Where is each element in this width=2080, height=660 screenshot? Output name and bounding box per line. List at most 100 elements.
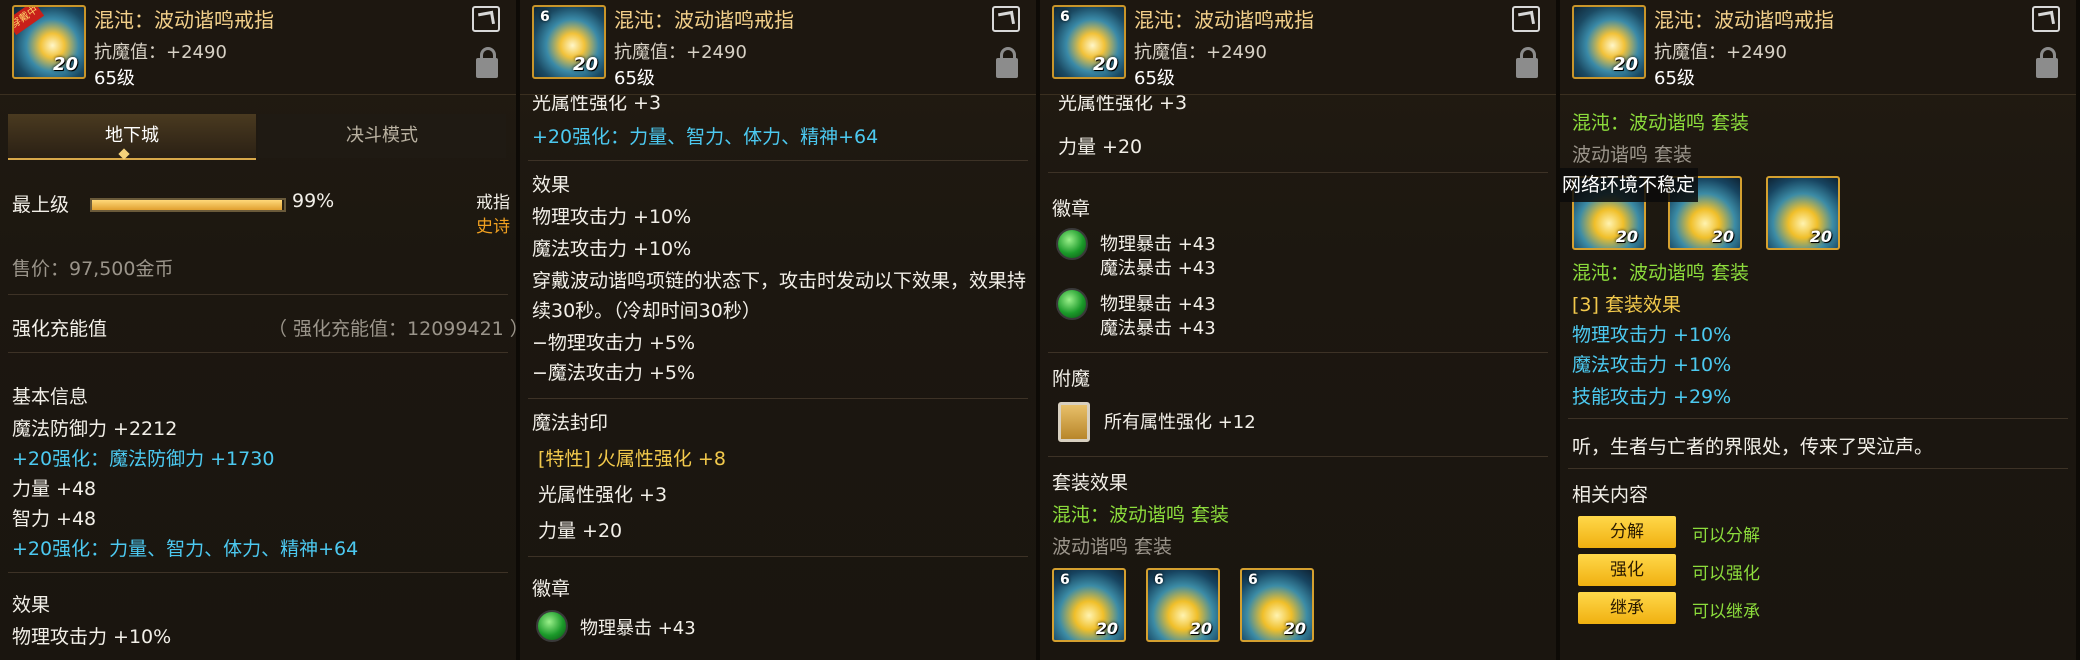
set-item-icon[interactable]: 6 20	[1146, 568, 1220, 642]
divider	[1048, 352, 1548, 353]
enhance-button[interactable]: 强化	[1578, 554, 1676, 586]
item-level: 65级	[1134, 68, 1175, 89]
emblem-stat: 物理暴击 +43	[580, 618, 696, 639]
effect-line: 魔法攻击力 +10%	[532, 238, 692, 260]
green-emblem-icon[interactable]	[1056, 228, 1088, 260]
flavor-text: 听，生者与亡者的界限处，传来了哭泣声。	[1572, 436, 1934, 458]
magic-defense: 魔法防御力 +2212	[12, 418, 178, 440]
tooltip-header: 20 混沌：波动谐鸣戒指 抗魔值：+2490 65级	[1560, 0, 2076, 95]
divider	[528, 556, 1028, 557]
tooltip-header: 6 20 混沌：波动谐鸣戒指 抗魔值：+2490 65级	[520, 0, 1036, 95]
effect-title: 效果	[12, 594, 51, 616]
effect-title: 效果	[532, 174, 571, 196]
equipped-badge: 穿戴中	[14, 7, 45, 36]
set-name: 混沌：波动谐鸣 套装	[1052, 504, 1230, 526]
emblem-stat: 物理暴击 +43	[1100, 294, 1216, 315]
set-subname: 波动谐鸣 套装	[1052, 536, 1173, 558]
anti-magic-value: 抗魔值：+2490	[614, 42, 747, 63]
stat-enhance-bonus: +20强化：力量、智力、体力、精神+64	[532, 126, 879, 148]
item-enhance-level: 20	[1615, 227, 1638, 246]
enchant-card-icon[interactable]	[1058, 402, 1090, 442]
ring-item-icon[interactable]: 20	[1572, 5, 1646, 79]
divider	[8, 572, 508, 573]
tab-duel[interactable]: 决斗模式	[258, 114, 506, 158]
set-subname: 波动谐鸣 套装	[1572, 144, 1693, 166]
emblem-title: 徽章	[532, 578, 571, 600]
inherit-button[interactable]: 继承	[1578, 592, 1676, 624]
seal-special-stat: [特性] 火属性强化 +8	[538, 448, 726, 470]
seal-strength-stat: 力量 +20	[1058, 136, 1143, 158]
effect-line: 穿戴波动谐鸣项链的状态下，攻击时发动以下效果，效果持	[532, 270, 1027, 292]
lock-icon[interactable]	[2036, 47, 2058, 78]
rarity-label: 史诗	[476, 217, 510, 237]
set-effect-title: 套装效果	[1052, 472, 1129, 494]
share-icon[interactable]	[2032, 6, 2060, 32]
grade-percent: 99%	[292, 190, 335, 212]
item-level: 65级	[94, 68, 135, 89]
disassemble-note: 可以分解	[1692, 526, 1760, 546]
ring-item-icon[interactable]: 6 20	[1052, 5, 1126, 79]
set-effect-count: [3] 套装效果	[1572, 294, 1681, 316]
sell-price: 售价：97,500金币	[12, 258, 174, 280]
tab-dungeon[interactable]: 地下城	[8, 114, 256, 160]
share-icon[interactable]	[992, 6, 1020, 32]
divider	[1048, 456, 1548, 457]
green-emblem-icon[interactable]	[1056, 288, 1088, 320]
item-enhance-level: 20	[1283, 619, 1306, 638]
item-enhance-level: 20	[52, 54, 78, 75]
ring-item-icon[interactable]: 穿戴中 20	[12, 5, 86, 79]
stat-enhance-bonus: +20强化：力量、智力、体力、精神+64	[12, 538, 359, 560]
item-top-level: 6	[540, 9, 550, 25]
enchant-title: 附魔	[1052, 368, 1091, 390]
basic-info-title: 基本信息	[12, 386, 89, 408]
effect-line: −魔法攻击力 +5%	[532, 362, 696, 384]
seal-light-stat: 光属性强化 +3	[538, 484, 668, 506]
slot-type: 戒指	[476, 193, 510, 213]
item-level: 65级	[614, 68, 655, 89]
item-enhance-level: 20	[1095, 619, 1118, 638]
item-enhance-level: 20	[1809, 227, 1832, 246]
effect-line: 续30秒。（冷却时间30秒）	[532, 300, 761, 322]
magic-defense-bonus: +20强化：魔法防御力 +1730	[12, 448, 275, 470]
item-top-level: 6	[1060, 572, 1070, 588]
lock-icon[interactable]	[996, 47, 1018, 78]
share-icon[interactable]	[1512, 6, 1540, 32]
divider	[1568, 418, 2068, 419]
item-tooltip-panel-2: 6 20 混沌：波动谐鸣戒指 抗魔值：+2490 65级 光属性强化 +3 +2…	[520, 0, 1040, 660]
green-emblem-icon[interactable]	[536, 610, 568, 642]
share-icon[interactable]	[472, 6, 500, 32]
item-name: 混沌：波动谐鸣戒指	[94, 8, 274, 32]
item-name: 混沌：波动谐鸣戒指	[614, 8, 794, 32]
disassemble-button[interactable]: 分解	[1578, 516, 1676, 548]
item-tooltip-panel-3: 6 20 混沌：波动谐鸣戒指 抗魔值：+2490 65级 光属性强化 +3 力量…	[1040, 0, 1560, 660]
lock-icon[interactable]	[476, 47, 498, 78]
tooltip-header: 穿戴中 20 混沌：波动谐鸣戒指 抗魔值：+2490 65级	[0, 0, 516, 95]
emblem-stat: 物理暴击 +43	[1100, 234, 1216, 255]
lock-icon[interactable]	[1516, 47, 1538, 78]
set-item-icon[interactable]: 6 20	[1052, 568, 1126, 642]
item-enhance-level: 20	[1612, 54, 1638, 75]
set-name: 混沌：波动谐鸣 套装	[1572, 112, 1750, 134]
item-enhance-level: 20	[1711, 227, 1734, 246]
ring-item-icon[interactable]: 6 20	[532, 5, 606, 79]
set-effect-line: 物理攻击力 +10%	[1572, 324, 1732, 346]
divider	[8, 294, 508, 295]
intelligence-stat: 智力 +48	[12, 508, 97, 530]
enhance-charge-value: （ 强化充能值：12099421 ）	[268, 318, 520, 340]
effect-line: −物理攻击力 +5%	[532, 332, 696, 354]
set-item-icon[interactable]: 6 20	[1240, 568, 1314, 642]
divider	[528, 398, 1028, 399]
item-tooltip-panel-4: 20 混沌：波动谐鸣戒指 抗魔值：+2490 65级 混沌：波动谐鸣 套装 波动…	[1560, 0, 2080, 660]
item-name: 混沌：波动谐鸣戒指	[1134, 8, 1314, 32]
emblem-stat: 魔法暴击 +43	[1100, 258, 1216, 279]
anti-magic-value: 抗魔值：+2490	[1134, 42, 1267, 63]
item-top-level: 6	[1060, 9, 1070, 25]
set-name: 混沌：波动谐鸣 套装	[1572, 262, 1750, 284]
grade-bar	[90, 198, 286, 212]
item-enhance-level: 20	[1092, 54, 1118, 75]
anti-magic-value: 抗魔值：+2490	[1654, 42, 1787, 63]
set-item-icon[interactable]: 20	[1766, 176, 1840, 250]
enhance-note: 可以强化	[1692, 564, 1760, 584]
grade-label: 最上级	[12, 194, 70, 216]
anti-magic-value: 抗魔值：+2490	[94, 42, 227, 63]
